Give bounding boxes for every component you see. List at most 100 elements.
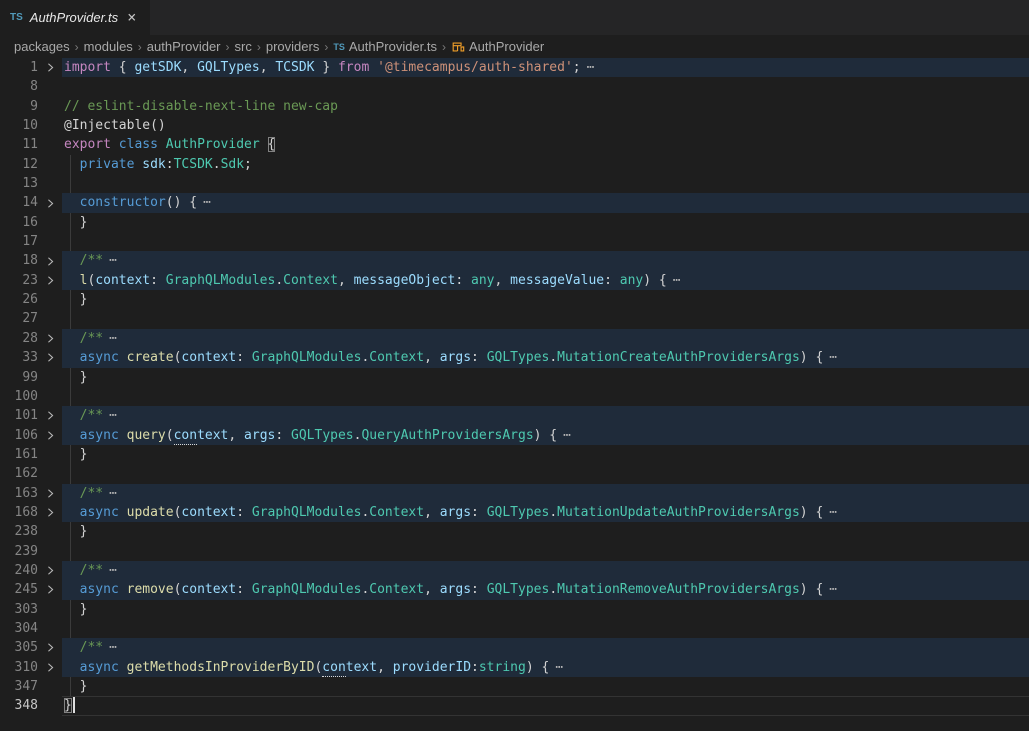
fold-chevron-icon[interactable] xyxy=(38,638,62,657)
line-number[interactable]: 239 xyxy=(0,542,38,561)
code-line[interactable]: 14 constructor() {⋯ xyxy=(0,193,1029,212)
code-line[interactable]: 161 } xyxy=(0,445,1029,464)
line-number[interactable]: 1 xyxy=(0,58,38,77)
fold-chevron-icon[interactable] xyxy=(38,561,62,580)
line-number[interactable]: 240 xyxy=(0,561,38,580)
code-line[interactable]: 17 xyxy=(0,232,1029,251)
code-line[interactable]: 168 async update(context: GraphQLModules… xyxy=(0,503,1029,522)
code-line[interactable]: 18 /**⋯ xyxy=(0,251,1029,270)
fold-ellipsis[interactable]: ⋯ xyxy=(673,273,682,288)
fold-chevron-icon[interactable] xyxy=(38,426,62,445)
line-number[interactable]: 348 xyxy=(0,696,38,715)
fold-chevron-icon[interactable] xyxy=(38,658,62,677)
code-line[interactable]: 23 l(context: GraphQLModules.Context, me… xyxy=(0,271,1029,290)
line-number[interactable]: 8 xyxy=(0,77,38,96)
breadcrumb-item-packages[interactable]: packages xyxy=(14,39,70,54)
code-line[interactable]: 245 async remove(context: GraphQLModules… xyxy=(0,580,1029,599)
line-number[interactable]: 17 xyxy=(0,232,38,251)
line-number[interactable]: 99 xyxy=(0,368,38,387)
line-number[interactable]: 106 xyxy=(0,426,38,445)
code-line[interactable]: 27 xyxy=(0,309,1029,328)
fold-ellipsis[interactable]: ⋯ xyxy=(109,563,118,578)
code-line[interactable]: 348} xyxy=(0,696,1029,715)
code-line[interactable]: 100 xyxy=(0,387,1029,406)
line-number[interactable]: 347 xyxy=(0,677,38,696)
line-number[interactable]: 18 xyxy=(0,251,38,270)
code-line[interactable]: 305 /**⋯ xyxy=(0,638,1029,657)
code-line[interactable]: 238 } xyxy=(0,522,1029,541)
line-number[interactable]: 12 xyxy=(0,155,38,174)
code-line[interactable]: 101 /**⋯ xyxy=(0,406,1029,425)
fold-chevron-icon[interactable] xyxy=(38,271,62,290)
line-number[interactable]: 26 xyxy=(0,290,38,309)
line-number[interactable]: 101 xyxy=(0,406,38,425)
fold-chevron-icon[interactable] xyxy=(38,348,62,367)
line-number[interactable]: 305 xyxy=(0,638,38,657)
code-line[interactable]: 12 private sdk:TCSDK.Sdk; xyxy=(0,155,1029,174)
fold-ellipsis[interactable]: ⋯ xyxy=(109,331,118,346)
close-icon[interactable]: × xyxy=(125,9,138,26)
fold-chevron-icon[interactable] xyxy=(38,329,62,348)
line-number[interactable]: 303 xyxy=(0,600,38,619)
tab-authprovider[interactable]: TS AuthProvider.ts × xyxy=(0,0,151,35)
fold-chevron-icon[interactable] xyxy=(38,484,62,503)
breadcrumb-item-authprovider[interactable]: authProvider xyxy=(147,39,221,54)
line-number[interactable]: 162 xyxy=(0,464,38,483)
line-number[interactable]: 14 xyxy=(0,193,38,212)
fold-chevron-icon[interactable] xyxy=(38,58,62,77)
fold-chevron-icon[interactable] xyxy=(38,193,62,212)
fold-ellipsis[interactable]: ⋯ xyxy=(563,428,572,443)
fold-ellipsis[interactable]: ⋯ xyxy=(829,350,838,365)
code-line[interactable]: 13 xyxy=(0,174,1029,193)
code-line[interactable]: 16 } xyxy=(0,213,1029,232)
line-number[interactable]: 100 xyxy=(0,387,38,406)
code-line[interactable]: 28 /**⋯ xyxy=(0,329,1029,348)
fold-ellipsis[interactable]: ⋯ xyxy=(555,660,564,675)
fold-chevron-icon[interactable] xyxy=(38,406,62,425)
line-number[interactable]: 310 xyxy=(0,658,38,677)
breadcrumb-item-authprovider-ts[interactable]: TSAuthProvider.ts xyxy=(333,39,437,54)
fold-ellipsis[interactable]: ⋯ xyxy=(587,60,596,75)
code-line[interactable]: 347 } xyxy=(0,677,1029,696)
line-number[interactable]: 10 xyxy=(0,116,38,135)
fold-ellipsis[interactable]: ⋯ xyxy=(109,408,118,423)
line-number[interactable]: 23 xyxy=(0,271,38,290)
fold-chevron-icon[interactable] xyxy=(38,580,62,599)
fold-ellipsis[interactable]: ⋯ xyxy=(109,640,118,655)
breadcrumb-item-authprovider[interactable]: AuthProvider xyxy=(451,39,544,54)
code-line[interactable]: 33 async create(context: GraphQLModules.… xyxy=(0,348,1029,367)
fold-ellipsis[interactable]: ⋯ xyxy=(829,505,838,520)
line-number[interactable]: 28 xyxy=(0,329,38,348)
code-line[interactable]: 11export class AuthProvider { xyxy=(0,135,1029,154)
code-line[interactable]: 10@Injectable() xyxy=(0,116,1029,135)
line-number[interactable]: 304 xyxy=(0,619,38,638)
code-line[interactable]: 303 } xyxy=(0,600,1029,619)
fold-ellipsis[interactable]: ⋯ xyxy=(109,486,118,501)
code-line[interactable]: 163 /**⋯ xyxy=(0,484,1029,503)
code-line[interactable]: 99 } xyxy=(0,368,1029,387)
line-number[interactable]: 13 xyxy=(0,174,38,193)
line-number[interactable]: 9 xyxy=(0,97,38,116)
line-number[interactable]: 161 xyxy=(0,445,38,464)
fold-ellipsis[interactable]: ⋯ xyxy=(203,195,212,210)
fold-chevron-icon[interactable] xyxy=(38,251,62,270)
fold-ellipsis[interactable]: ⋯ xyxy=(829,582,838,597)
breadcrumb-item-modules[interactable]: modules xyxy=(84,39,133,54)
code-line[interactable]: 26 } xyxy=(0,290,1029,309)
line-number[interactable]: 11 xyxy=(0,135,38,154)
breadcrumb-item-providers[interactable]: providers xyxy=(266,39,319,54)
line-number[interactable]: 27 xyxy=(0,309,38,328)
line-number[interactable]: 33 xyxy=(0,348,38,367)
code-line[interactable]: 9// eslint-disable-next-line new-cap xyxy=(0,97,1029,116)
code-line[interactable]: 8 xyxy=(0,77,1029,96)
line-number[interactable]: 245 xyxy=(0,580,38,599)
line-number[interactable]: 163 xyxy=(0,484,38,503)
line-number[interactable]: 238 xyxy=(0,522,38,541)
breadcrumb-item-src[interactable]: src xyxy=(235,39,252,54)
code-line[interactable]: 310 async getMethodsInProviderByID(conte… xyxy=(0,658,1029,677)
fold-ellipsis[interactable]: ⋯ xyxy=(109,253,118,268)
line-number[interactable]: 16 xyxy=(0,213,38,232)
code-line[interactable]: 106 async query(context, args: GQLTypes.… xyxy=(0,426,1029,445)
code-line[interactable]: 239 xyxy=(0,542,1029,561)
fold-chevron-icon[interactable] xyxy=(38,503,62,522)
